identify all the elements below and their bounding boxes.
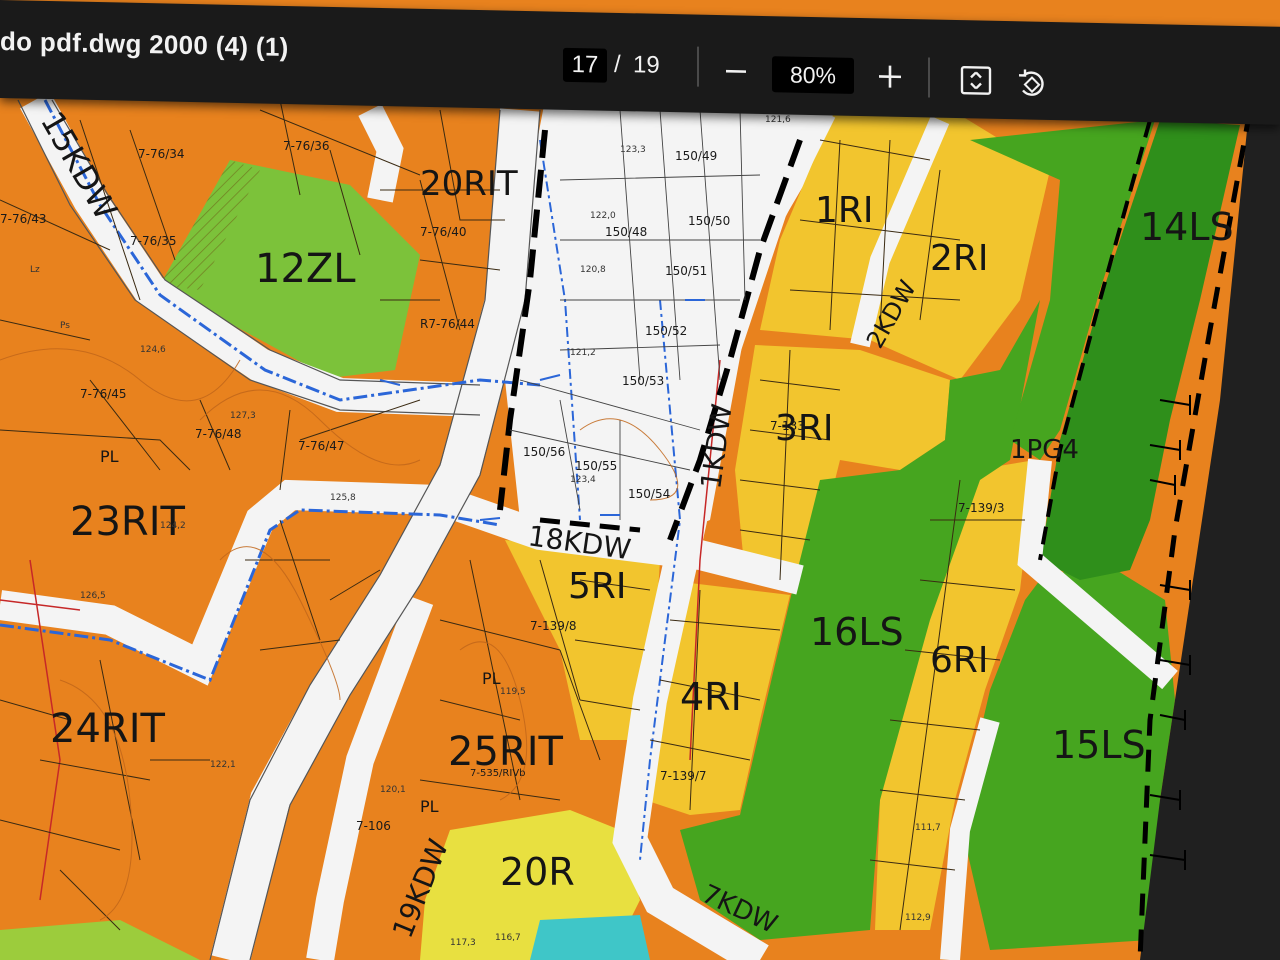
minus-icon: [723, 58, 749, 90]
height-label: 123,3: [620, 145, 646, 155]
zoom-out-button[interactable]: [716, 53, 756, 94]
height-label: 121,2: [570, 348, 596, 358]
parcel-label: 7-76/34: [138, 147, 185, 161]
page-total: 19: [633, 51, 660, 79]
height-label: 117,3: [450, 938, 476, 948]
parcel-label: 150/52: [645, 324, 687, 338]
zone-20R-label: 20R: [500, 850, 575, 894]
parcel-label: 150/53: [622, 374, 664, 388]
parcel-label: 7-76/48: [195, 427, 242, 441]
parcel-label: 7-535/RIVb: [470, 768, 526, 779]
height-label: 125,8: [330, 493, 356, 503]
height-label: 112,9: [905, 913, 931, 923]
height-label: 120,1: [380, 785, 406, 795]
parcel-label: 7-76/40: [420, 225, 467, 239]
land-use-symbol: PL: [100, 447, 119, 466]
zone-14LS-label: 14LS: [1140, 205, 1234, 249]
zone-12ZL-label: 12ZL: [255, 246, 356, 292]
parcel-label: 7-139/3: [958, 501, 1005, 515]
parcel-label: 150/49: [675, 149, 717, 163]
parcel-label: 7-76/47: [298, 439, 345, 453]
parcel-label: 7-76/35: [130, 234, 177, 248]
land-use-symbol: PL: [420, 797, 439, 816]
zone-1RI-label: 1RI: [815, 190, 874, 231]
parcel-label: 7-76/36: [283, 139, 330, 153]
height-label: 126,5: [80, 591, 106, 601]
zone-1PG4-label: 1PG4: [1010, 435, 1079, 465]
parcel-label: 7-139/8: [530, 619, 577, 633]
fit-page-icon: [959, 64, 993, 102]
toolbar-divider: [697, 46, 699, 87]
height-label: 122,0: [590, 211, 616, 221]
rotate-icon: [1015, 66, 1049, 106]
height-label: 119,5: [500, 687, 526, 697]
height-label: 123,4: [570, 475, 596, 485]
parcel-label: 7-76/43: [0, 212, 47, 226]
zoning-plan-map[interactable]: 12ZL 20RIT 23RIT 24RIT 25RIT 20R 5RI 4RI…: [0, 0, 1280, 960]
land-use-symbol: Lz: [30, 265, 40, 275]
parcel-label: 150/54: [628, 487, 670, 501]
zone-16LS-label: 16LS: [810, 610, 904, 654]
zoom-level-input[interactable]: 80%: [772, 56, 854, 94]
land-use-symbol: PL: [482, 669, 501, 688]
height-label: 124,6: [140, 345, 166, 355]
height-label: 116,7: [495, 933, 521, 943]
page-number-input[interactable]: 17: [563, 47, 607, 83]
parcel-label: 7-133: [770, 419, 805, 433]
zone-24RIT-label: 24RIT: [50, 706, 165, 752]
parcel-label: 7-76/45: [80, 387, 127, 401]
land-use-symbol: Ps: [60, 321, 70, 331]
height-label: 122,1: [210, 760, 236, 770]
parcel-label: 7-106: [356, 819, 391, 833]
parcel-label: 150/56: [523, 445, 565, 459]
parcel-label: 150/51: [665, 264, 707, 278]
height-label: 127,3: [230, 411, 256, 421]
height-label: 120,8: [580, 265, 606, 275]
toolbar-divider: [928, 57, 930, 98]
parcel-label: 150/48: [605, 225, 647, 239]
parcel-label: R7-76/44: [420, 317, 475, 331]
zone-4RI-label: 4RI: [680, 675, 742, 719]
parcel-label: 150/55: [575, 459, 617, 473]
page-separator: /: [614, 50, 621, 79]
plus-icon: [876, 62, 904, 96]
zone-6RI-label: 6RI: [930, 640, 989, 681]
height-label: 111,7: [915, 823, 941, 833]
zone-15LS-label: 15LS: [1052, 723, 1146, 767]
zone-20RIT-label: 20RIT: [420, 164, 518, 204]
height-label: 124,2: [160, 521, 186, 531]
height-label: 121,6: [765, 115, 791, 125]
zoom-in-button[interactable]: [870, 58, 910, 99]
zone-2RI-label: 2RI: [930, 238, 989, 279]
parcel-label: 7-139/7: [660, 769, 707, 783]
fit-to-page-button[interactable]: [956, 62, 996, 103]
rotate-button[interactable]: [1012, 65, 1052, 106]
parcel-label: 150/50: [688, 214, 730, 228]
zone-cyan: [530, 915, 650, 960]
zone-5RI-label: 5RI: [568, 566, 627, 607]
document-title: do pdf.dwg 2000 (4) (1): [0, 26, 289, 63]
